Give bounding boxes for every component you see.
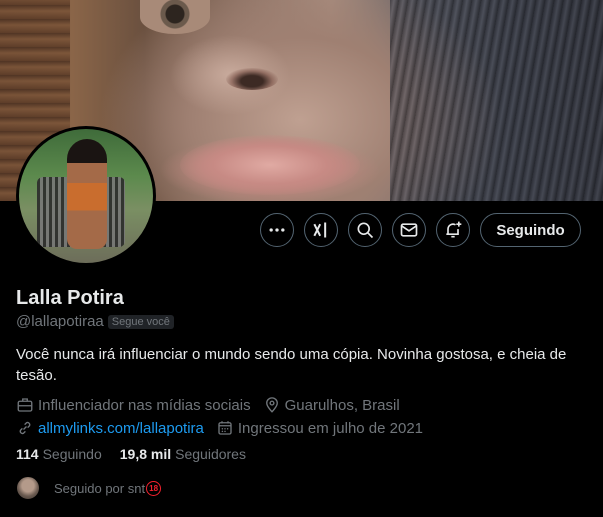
profile-meta-row-2: allmylinks.com/lallapotira Ingressou em … xyxy=(16,419,435,437)
profile-meta-row-1: Influenciador nas mídias sociais Guarulh… xyxy=(16,396,412,414)
message-button[interactable] xyxy=(392,213,426,247)
adult-18-icon: 18 xyxy=(146,480,162,496)
calendar-icon xyxy=(218,421,232,435)
notify-button[interactable] xyxy=(436,213,470,247)
banner-eye xyxy=(140,0,210,34)
more-button[interactable] xyxy=(260,213,294,247)
grok-button[interactable] xyxy=(304,213,338,247)
banner-hair xyxy=(390,0,603,201)
banner-nose xyxy=(226,68,278,90)
profile-handle: @lallapotiraa xyxy=(16,313,104,330)
avatar-person xyxy=(67,139,107,249)
followers-label: Seguidores xyxy=(175,446,246,462)
profile-avatar[interactable] xyxy=(16,126,156,266)
following-count: 114 xyxy=(16,446,39,462)
followers-count: 19,8 mil xyxy=(119,446,172,462)
following-stat[interactable]: 114 Seguindo xyxy=(16,446,102,462)
following-button[interactable]: Seguindo xyxy=(480,213,581,247)
more-icon xyxy=(269,228,285,232)
profile-name: Lalla Potira xyxy=(16,287,124,309)
profile-location: Guarulhos, Brasil xyxy=(263,396,400,414)
briefcase-icon xyxy=(17,398,33,412)
followed-by-text: Seguido por snt xyxy=(54,480,146,496)
banner-lips xyxy=(180,135,360,195)
followers-stat[interactable]: 19,8 mil Seguidores xyxy=(120,446,246,462)
follower-avatar xyxy=(16,476,40,500)
website-link[interactable]: allmylinks.com/lallapotira xyxy=(38,420,204,437)
avatar-photo xyxy=(19,129,153,263)
search-button[interactable] xyxy=(348,213,382,247)
search-icon xyxy=(357,222,374,239)
location-pin-icon xyxy=(265,397,278,413)
joined-text: Ingressou em julho de 2021 xyxy=(237,419,424,437)
message-icon xyxy=(400,223,418,237)
link-icon xyxy=(19,421,31,435)
grok-icon xyxy=(313,222,327,238)
notify-icon xyxy=(446,221,462,238)
category-text: Influenciador nas mídias sociais xyxy=(38,396,251,414)
profile-bio: Você nunca irá influenciar o mundo sendo… xyxy=(16,346,567,384)
follow-stats: 114 Seguindo 19,8 mil Seguidores xyxy=(16,446,264,462)
profile-joined: Ingressou em julho de 2021 xyxy=(216,419,423,437)
handle-row: @lallapotiraa Segue você xyxy=(16,313,174,330)
followed-by[interactable]: Seguido por snt 18 xyxy=(16,476,162,500)
following-label: Seguindo xyxy=(42,446,102,462)
follows-you-badge: Segue você xyxy=(107,314,174,329)
profile-category: Influenciador nas mídias sociais xyxy=(16,396,251,414)
profile-website[interactable]: allmylinks.com/lallapotira xyxy=(16,419,204,437)
location-text: Guarulhos, Brasil xyxy=(284,396,400,414)
